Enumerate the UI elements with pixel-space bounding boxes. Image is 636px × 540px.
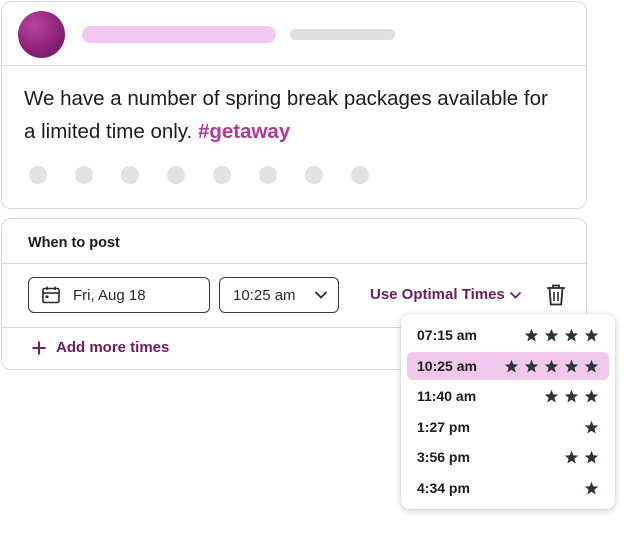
use-optimal-times-label: Use Optimal Times: [370, 286, 505, 303]
post-header: [2, 2, 586, 66]
when-to-post-title: When to post: [28, 235, 120, 251]
avatar: [18, 11, 65, 58]
optimal-times-dropdown: 07:15 am 10:25 am 11:40 am 1:27 pm 3:56 pm 4:…: [401, 314, 615, 509]
star-icon: [524, 359, 539, 372]
optimal-time-label: 11:40 am: [417, 388, 477, 404]
star-icon: [564, 389, 579, 402]
action-placeholder-dot: [29, 166, 47, 184]
star-icon: [524, 328, 539, 341]
optimal-time-option[interactable]: 3:56 pm: [407, 443, 609, 471]
optimal-time-option[interactable]: 07:15 am: [407, 321, 609, 349]
star-rating: [564, 450, 599, 465]
action-placeholder-dot: [305, 166, 323, 184]
star-icon: [584, 450, 599, 463]
date-value: Fri, Aug 18: [73, 286, 146, 304]
time-select[interactable]: 10:25 am: [219, 277, 339, 313]
star-icon: [564, 328, 579, 341]
star-rating: [524, 328, 599, 343]
optimal-time-label: 1:27 pm: [417, 419, 470, 435]
divider: [2, 263, 586, 264]
optimal-time-label: 3:56 pm: [417, 449, 470, 465]
chevron-down-icon: [314, 291, 328, 299]
star-rating: [584, 481, 599, 496]
calendar-icon: [42, 286, 60, 304]
action-placeholder-dot: [213, 166, 231, 184]
star-rating: [584, 420, 599, 435]
optimal-time-label: 4:34 pm: [417, 480, 470, 496]
time-value: 10:25 am: [233, 286, 296, 304]
post-text: We have a number of spring break package…: [24, 82, 564, 148]
action-placeholder-dot: [351, 166, 369, 184]
star-icon: [544, 328, 559, 341]
chevron-down-icon: [509, 291, 521, 299]
action-placeholder-dot: [75, 166, 93, 184]
plus-icon: [32, 341, 46, 354]
account-meta-placeholder: [290, 29, 395, 40]
star-icon: [584, 420, 599, 433]
use-optimal-times-button[interactable]: Use Optimal Times: [370, 286, 522, 303]
star-icon: [584, 328, 599, 341]
account-name-placeholder: [82, 26, 276, 43]
optimal-time-label: 10:25 am: [417, 358, 477, 374]
post-action-placeholders: [29, 166, 369, 184]
star-icon: [584, 389, 599, 402]
optimal-time-option[interactable]: 4:34 pm: [407, 474, 609, 502]
star-rating: [504, 359, 599, 374]
action-placeholder-dot: [167, 166, 185, 184]
action-placeholder-dot: [259, 166, 277, 184]
optimal-time-option[interactable]: 1:27 pm: [407, 413, 609, 441]
star-icon: [584, 359, 599, 372]
star-rating: [544, 389, 599, 404]
star-icon: [564, 450, 579, 463]
optimal-time-option[interactable]: 11:40 am: [407, 382, 609, 410]
date-picker[interactable]: Fri, Aug 18: [28, 277, 210, 313]
trash-icon[interactable]: [545, 283, 567, 307]
star-icon: [584, 481, 599, 494]
action-placeholder-dot: [121, 166, 139, 184]
star-icon: [504, 359, 519, 372]
add-more-times-label: Add more times: [56, 339, 170, 356]
star-icon: [564, 359, 579, 372]
add-more-times-button[interactable]: Add more times: [32, 339, 169, 356]
star-icon: [544, 359, 559, 372]
optimal-time-option[interactable]: 10:25 am: [407, 352, 609, 380]
post-preview-card: We have a number of spring break package…: [1, 1, 587, 209]
optimal-time-label: 07:15 am: [417, 327, 477, 343]
post-hashtag[interactable]: #getaway: [198, 120, 290, 143]
star-icon: [544, 389, 559, 402]
